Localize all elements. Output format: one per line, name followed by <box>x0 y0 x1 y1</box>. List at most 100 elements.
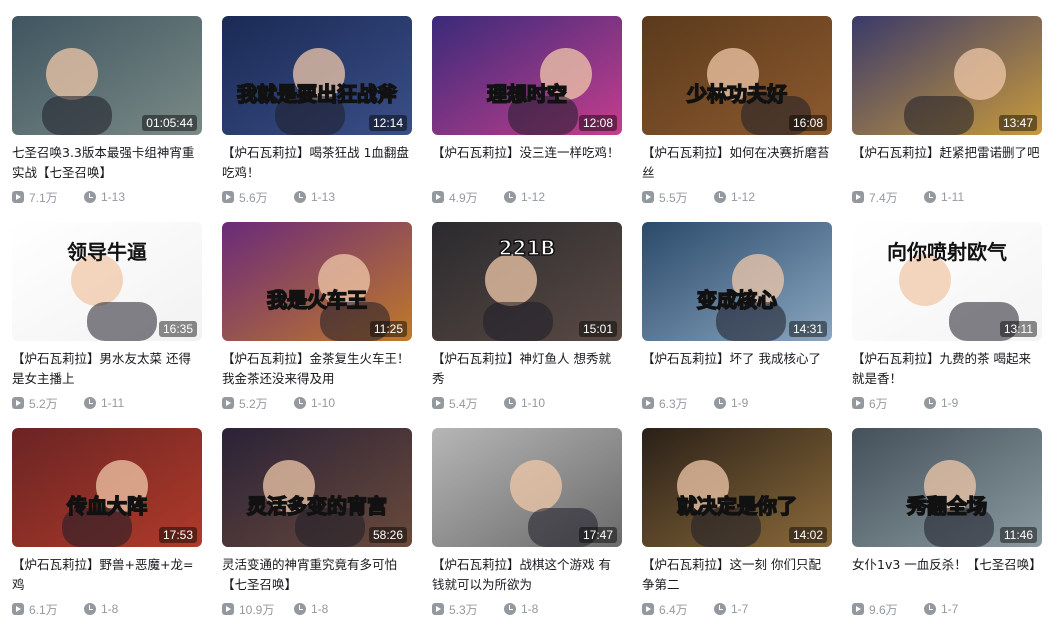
play-count-icon <box>432 603 444 615</box>
view-count: 5.4万 <box>432 395 504 412</box>
video-title[interactable]: 【炉石瓦莉拉】九费的茶 喝起来就是香！ <box>852 349 1042 389</box>
publish-date-text: 1-9 <box>941 396 959 410</box>
video-title[interactable]: 【炉石瓦莉拉】坏了 我成核心了 <box>642 349 832 389</box>
video-title[interactable]: 【炉石瓦莉拉】神灯鱼人 想秀就秀 <box>432 349 622 389</box>
view-count-text: 5.2万 <box>239 396 268 411</box>
video-card[interactable]: 01:05:44 七圣召唤3.3版本最强卡组神宵重实战【七圣召唤】 7.1万 1-13 <box>12 16 202 222</box>
video-card[interactable]: 我就是要出狂战斧 12:14 【炉石瓦莉拉】喝茶狂战 1血翻盘吃鸡！ 5.6万 1-13 <box>222 16 412 222</box>
play-count-icon <box>432 191 444 203</box>
view-count: 6.1万 <box>12 601 84 618</box>
video-thumbnail[interactable]: 13:47 <box>852 16 1042 135</box>
play-count-icon <box>222 397 234 409</box>
play-count-icon <box>222 191 234 203</box>
view-count-text: 5.4万 <box>449 396 478 411</box>
video-card[interactable]: 13:47 【炉石瓦莉拉】赶紧把雷诺删了吧 7.4万 1-11 <box>852 16 1042 222</box>
play-count-icon <box>222 603 234 615</box>
video-meta: 9.6万 1-7 <box>852 600 1042 618</box>
publish-date: 1-13 <box>84 190 156 204</box>
clock-icon <box>294 603 306 615</box>
view-count: 7.4万 <box>852 189 924 206</box>
video-title[interactable]: 【炉石瓦莉拉】金茶复生火车王！我金茶还没来得及用 <box>222 349 412 389</box>
video-thumbnail[interactable]: 秀翻全场 11:46 <box>852 428 1042 547</box>
video-title[interactable]: 【炉石瓦莉拉】男水友太菜 还得是女主播上 <box>12 349 202 389</box>
video-meta: 5.4万 1-10 <box>432 394 622 412</box>
view-count: 4.9万 <box>432 189 504 206</box>
video-title[interactable]: 【炉石瓦莉拉】喝茶狂战 1血翻盘吃鸡！ <box>222 143 412 183</box>
video-thumbnail[interactable]: 01:05:44 <box>12 16 202 135</box>
video-duration: 14:02 <box>788 527 827 543</box>
view-count: 5.5万 <box>642 189 714 206</box>
video-grid: 01:05:44 七圣召唤3.3版本最强卡组神宵重实战【七圣召唤】 7.1万 1-13… <box>12 16 1042 634</box>
video-thumbnail[interactable]: 理想时空 12:08 <box>432 16 622 135</box>
play-count-icon <box>642 603 654 615</box>
video-thumbnail[interactable]: 领导牛逼 16:35 <box>12 222 202 341</box>
video-card[interactable]: 向你喷射欧气 13:11 【炉石瓦莉拉】九费的茶 喝起来就是香！ 6万 1-9 <box>852 222 1042 428</box>
video-thumbnail[interactable]: 少林功夫好 16:08 <box>642 16 832 135</box>
video-title[interactable]: 【炉石瓦莉拉】战棋这个游戏 有钱就可以为所欲为 <box>432 555 622 595</box>
thumbnail-caption: 我是火车王 <box>266 287 368 313</box>
video-thumbnail[interactable]: 17:47 <box>432 428 622 547</box>
video-card[interactable]: 变成核心 14:31 【炉石瓦莉拉】坏了 我成核心了 6.3万 1-9 <box>642 222 832 428</box>
publish-date-text: 1-7 <box>731 602 749 616</box>
video-duration: 15:01 <box>578 321 617 337</box>
video-title[interactable]: 【炉石瓦莉拉】这一刻 你们只配争第二 <box>642 555 832 595</box>
thumbnail-caption: 221B <box>498 235 557 261</box>
video-card[interactable]: 我是火车王 11:25 【炉石瓦莉拉】金茶复生火车王！我金茶还没来得及用 5.2万 1-… <box>222 222 412 428</box>
view-count: 6.3万 <box>642 395 714 412</box>
publish-date: 1-11 <box>84 396 156 410</box>
video-thumbnail[interactable]: 就决定是你了 14:02 <box>642 428 832 547</box>
video-title[interactable]: 【炉石瓦莉拉】赶紧把雷诺删了吧 <box>852 143 1042 183</box>
video-duration: 12:14 <box>368 115 407 131</box>
video-title[interactable]: 女仆1v3 一血反杀！【七圣召唤】 <box>852 555 1042 595</box>
publish-date: 1-13 <box>294 190 366 204</box>
video-duration: 01:05:44 <box>142 115 197 131</box>
video-card[interactable]: 17:47 【炉石瓦莉拉】战棋这个游戏 有钱就可以为所欲为 5.3万 1-8 <box>432 428 622 634</box>
video-duration: 17:47 <box>578 527 617 543</box>
video-thumbnail[interactable]: 我就是要出狂战斧 12:14 <box>222 16 412 135</box>
thumbnail-caption: 灵活多变的宵宫 <box>246 493 388 519</box>
video-thumbnail[interactable]: 221B 15:01 <box>432 222 622 341</box>
video-thumbnail[interactable]: 灵活多变的宵宫 58:26 <box>222 428 412 547</box>
video-card[interactable]: 传血大阵 17:53 【炉石瓦莉拉】野兽+恶魔+龙=鸡 6.1万 1-8 <box>12 428 202 634</box>
video-meta: 4.9万 1-12 <box>432 188 622 206</box>
video-title[interactable]: 【炉石瓦莉拉】如何在决赛折磨苔丝 <box>642 143 832 183</box>
video-duration: 11:46 <box>999 527 1037 543</box>
video-card[interactable]: 秀翻全场 11:46 女仆1v3 一血反杀！【七圣召唤】 9.6万 1-7 <box>852 428 1042 634</box>
video-card[interactable]: 少林功夫好 16:08 【炉石瓦莉拉】如何在决赛折磨苔丝 5.5万 1-12 <box>642 16 832 222</box>
clock-icon <box>924 191 936 203</box>
video-thumbnail[interactable]: 向你喷射欧气 13:11 <box>852 222 1042 341</box>
thumbnail-caption: 传血大阵 <box>66 493 148 519</box>
thumbnail-caption: 变成核心 <box>696 287 778 313</box>
publish-date: 1-10 <box>294 396 366 410</box>
video-card[interactable]: 领导牛逼 16:35 【炉石瓦莉拉】男水友太菜 还得是女主播上 5.2万 1-11 <box>12 222 202 428</box>
thumbnail-caption: 少林功夫好 <box>686 81 788 107</box>
view-count: 10.9万 <box>222 601 294 618</box>
view-count-text: 6万 <box>869 396 888 411</box>
video-card[interactable]: 理想时空 12:08 【炉石瓦莉拉】没三连一样吃鸡！ 4.9万 1-12 <box>432 16 622 222</box>
view-count-text: 5.6万 <box>239 190 268 205</box>
view-count-text: 7.1万 <box>29 190 58 205</box>
publish-date-text: 1-13 <box>101 190 126 204</box>
video-thumbnail[interactable]: 变成核心 14:31 <box>642 222 832 341</box>
video-title[interactable]: 【炉石瓦莉拉】野兽+恶魔+龙=鸡 <box>12 555 202 595</box>
video-title[interactable]: 七圣召唤3.3版本最强卡组神宵重实战【七圣召唤】 <box>12 143 202 183</box>
thumbnail-caption: 理想时空 <box>486 81 568 107</box>
video-title[interactable]: 灵活变通的神宵重究竟有多可怕【七圣召唤】 <box>222 555 412 595</box>
view-count: 5.6万 <box>222 189 294 206</box>
publish-date: 1-10 <box>504 396 576 410</box>
clock-icon <box>504 397 516 409</box>
clock-icon <box>714 397 726 409</box>
video-card[interactable]: 221B 15:01 【炉石瓦莉拉】神灯鱼人 想秀就秀 5.4万 1-10 <box>432 222 622 428</box>
video-card[interactable]: 就决定是你了 14:02 【炉石瓦莉拉】这一刻 你们只配争第二 6.4万 1-7 <box>642 428 832 634</box>
video-thumbnail[interactable]: 传血大阵 17:53 <box>12 428 202 547</box>
clock-icon <box>504 603 516 615</box>
view-count-text: 7.4万 <box>869 190 898 205</box>
video-thumbnail[interactable]: 我是火车王 11:25 <box>222 222 412 341</box>
view-count-text: 6.1万 <box>29 602 58 617</box>
clock-icon <box>84 603 96 615</box>
video-card[interactable]: 灵活多变的宵宫 58:26 灵活变通的神宵重究竟有多可怕【七圣召唤】 10.9万 1-8 <box>222 428 412 634</box>
video-title[interactable]: 【炉石瓦莉拉】没三连一样吃鸡！ <box>432 143 622 183</box>
video-duration: 14:31 <box>788 321 827 337</box>
clock-icon <box>504 191 516 203</box>
play-count-icon <box>642 191 654 203</box>
